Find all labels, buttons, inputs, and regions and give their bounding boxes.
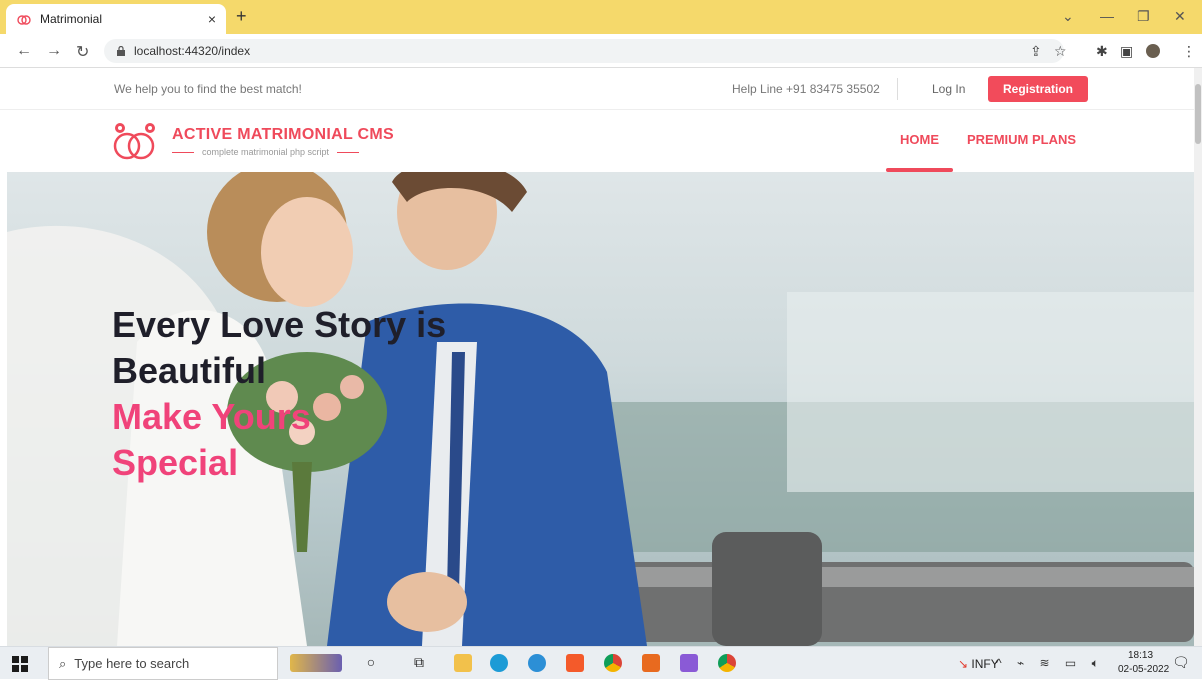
helpline-text: Help Line +91 83475 35502: [732, 82, 880, 96]
close-tab-icon[interactable]: ×: [208, 11, 216, 27]
back-icon[interactable]: ←: [16, 42, 32, 60]
stock-widget[interactable]: ↘ INFY: [958, 657, 999, 671]
forward-icon[interactable]: →: [46, 42, 62, 60]
divider: [897, 78, 898, 100]
browser-toolbar: ← → ↻ localhost:44320/index ⇪ ☆ ✱ ▣ ⋮: [0, 34, 1202, 68]
cortana-icon[interactable]: ○: [362, 654, 380, 672]
new-tab-button[interactable]: +: [236, 6, 247, 27]
task-view-icon[interactable]: ⧉: [410, 654, 428, 672]
lock-icon: [117, 46, 125, 56]
extensions-icon[interactable]: ✱: [1096, 43, 1108, 60]
menu-kebab-icon[interactable]: ⋮: [1182, 43, 1196, 60]
page-scrollbar[interactable]: [1194, 68, 1202, 646]
subtitle-line-right: [337, 151, 360, 153]
sublime-icon[interactable]: [642, 654, 660, 672]
registration-button[interactable]: Registration: [988, 76, 1088, 102]
hero-line-1: Every Love Story is: [112, 304, 447, 345]
hero-line-4: Special: [112, 442, 239, 483]
eid-widget-icon[interactable]: [290, 654, 342, 672]
top-info-strip: We help you to find the best match! Help…: [0, 68, 1194, 110]
visual-studio-icon[interactable]: [680, 654, 698, 672]
browser-tab[interactable]: Matrimonial ×: [6, 4, 226, 34]
logo-subtitle-text: complete matrimonial php script: [202, 147, 330, 157]
rings-favicon-icon: [17, 15, 31, 25]
tagline: We help you to find the best match!: [114, 82, 302, 96]
skype-icon[interactable]: [490, 654, 508, 672]
login-link[interactable]: Log In: [932, 82, 965, 96]
brave-icon[interactable]: [566, 654, 584, 672]
address-bar[interactable]: localhost:44320/index: [104, 39, 1064, 63]
stock-down-icon: ↘: [958, 657, 969, 671]
stock-symbol: INFY: [971, 657, 999, 671]
star-icon[interactable]: ☆: [1054, 43, 1067, 60]
browser-tab-bar: Matrimonial × + ⌄ — ❐ ✕: [0, 0, 1202, 34]
search-icon: ⌕: [59, 655, 67, 671]
hero-banner: Every Love Story is Beautiful Make Yours…: [7, 172, 1194, 646]
url-text: localhost:44320/index: [134, 44, 251, 58]
clock-date[interactable]: 02-05-2022: [1118, 664, 1169, 675]
edge-icon[interactable]: [528, 654, 546, 672]
close-window-icon[interactable]: ✕: [1174, 8, 1186, 25]
sidepanel-icon[interactable]: ▣: [1120, 43, 1133, 60]
nav-home[interactable]: HOME: [900, 132, 939, 147]
nav-premium-plans[interactable]: PREMIUM PLANS: [967, 132, 1076, 147]
logo-title[interactable]: ACTIVE MATRIMONIAL CMS: [172, 126, 394, 144]
file-explorer-icon[interactable]: [454, 654, 472, 672]
windows-taskbar: ⌕ Type here to search ○ ⧉ ↘ INFY ^ ⌁ ≋ ▭…: [0, 646, 1202, 680]
logo-subtitle: complete matrimonial php script: [172, 147, 360, 157]
chevron-down-icon[interactable]: ⌄: [1062, 8, 1074, 25]
reload-icon[interactable]: ↻: [76, 42, 89, 62]
clock-time[interactable]: 18:13: [1128, 650, 1153, 661]
minimize-icon[interactable]: —: [1100, 8, 1114, 24]
share-icon[interactable]: ⇪: [1030, 43, 1042, 60]
subtitle-line-left: [172, 151, 194, 153]
chrome-profile-icon[interactable]: [718, 654, 736, 672]
hero-headline: Every Love Story is Beautiful Make Yours…: [112, 302, 446, 486]
tab-title: Matrimonial: [40, 12, 103, 26]
profile-avatar[interactable]: [1146, 44, 1160, 58]
hero-line-3: Make Yours: [112, 396, 311, 437]
site-header: ACTIVE MATRIMONIAL CMS complete matrimon…: [0, 110, 1194, 172]
restore-icon[interactable]: ❐: [1137, 8, 1150, 25]
notification-icon[interactable]: 🗨︎: [1172, 654, 1190, 671]
taskbar-search-box[interactable]: ⌕ Type here to search: [48, 647, 278, 680]
hero-line-2: Beautiful: [112, 350, 267, 391]
search-placeholder: Type here to search: [74, 656, 190, 671]
chrome-icon[interactable]: [604, 654, 622, 672]
scrollbar-thumb[interactable]: [1195, 84, 1201, 144]
rings-logo-icon[interactable]: [110, 120, 160, 162]
web-page: We help you to find the best match! Help…: [0, 68, 1194, 646]
windows-start-icon[interactable]: [12, 656, 28, 672]
system-tray-icons[interactable]: ^ ⌁ ≋ ▭ 🔈︎: [996, 656, 1105, 671]
